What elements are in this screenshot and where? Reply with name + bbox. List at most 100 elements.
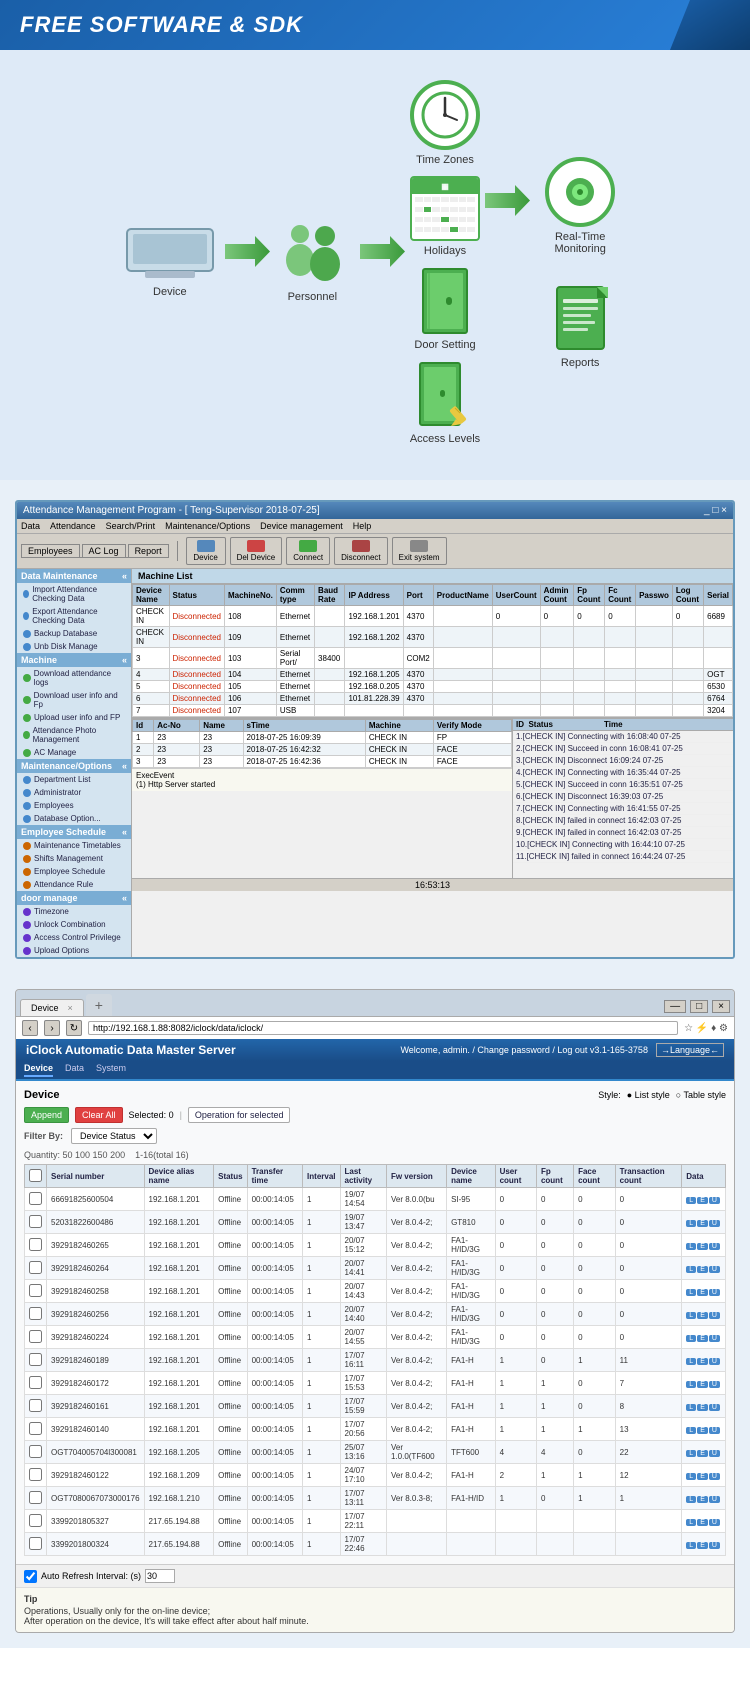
- leu-badge[interactable]: L: [686, 1358, 696, 1365]
- leu-badge[interactable]: U: [709, 1289, 720, 1296]
- row-checkbox[interactable]: [29, 1307, 42, 1320]
- leu-badge[interactable]: E: [697, 1450, 708, 1457]
- browser-back-btn[interactable]: ‹: [22, 1020, 38, 1036]
- leu-badge[interactable]: U: [709, 1358, 720, 1365]
- menu-data[interactable]: Data: [21, 521, 40, 531]
- iclock-table-row[interactable]: 3929182460224192.168.1.201Offline00:00:1…: [25, 1326, 726, 1349]
- leu-badge[interactable]: L: [686, 1450, 696, 1457]
- sidebar-item-timetables[interactable]: Maintenance Timetables: [17, 839, 131, 852]
- iclock-col-face-count[interactable]: Face count: [574, 1165, 616, 1188]
- iclock-nav-system[interactable]: System: [96, 1063, 126, 1077]
- browser-new-tab[interactable]: +: [86, 994, 112, 1016]
- iclock-col-device-name[interactable]: Device name: [447, 1165, 496, 1188]
- iclock-col-fp-count[interactable]: Fp count: [536, 1165, 573, 1188]
- sidebar-item-dept-list[interactable]: Department List: [17, 773, 131, 786]
- browser-close[interactable]: ×: [712, 1000, 730, 1013]
- sidebar-section-employee-schedule[interactable]: Employee Schedule«: [17, 825, 131, 839]
- url-bar[interactable]: http://192.168.1.88:8082/iclock/data/icl…: [88, 1021, 678, 1035]
- iclock-table-row[interactable]: 3929182460264192.168.1.201Offline00:00:1…: [25, 1257, 726, 1280]
- leu-badge[interactable]: E: [697, 1404, 708, 1411]
- iclock-col-user-count[interactable]: User count: [495, 1165, 536, 1188]
- toolbar-connect-btn[interactable]: Connect: [286, 537, 330, 565]
- menu-device-mgmt[interactable]: Device management: [260, 521, 343, 531]
- sidebar-item-emp-schedule[interactable]: Employee Schedule: [17, 865, 131, 878]
- auto-refresh-checkbox[interactable]: [24, 1570, 37, 1583]
- iclock-table-row[interactable]: 3929182460122192.168.1.209Offline00:00:1…: [25, 1464, 726, 1487]
- leu-badge[interactable]: E: [697, 1289, 708, 1296]
- leu-badge[interactable]: E: [697, 1496, 708, 1503]
- toolbar-exit-btn[interactable]: Exit system: [392, 537, 447, 565]
- sidebar-item-unlock-combo[interactable]: Unlock Combination: [17, 918, 131, 931]
- iclock-col-status[interactable]: Status: [214, 1165, 247, 1188]
- leu-badge[interactable]: L: [686, 1266, 696, 1273]
- sidebar-item-photo-mgmt[interactable]: Attendance Photo Management: [17, 724, 131, 746]
- browser-forward-btn[interactable]: ›: [44, 1020, 60, 1036]
- leu-badge[interactable]: E: [697, 1243, 708, 1250]
- leu-badge[interactable]: L: [686, 1473, 696, 1480]
- iclock-table-row[interactable]: 3929182460172192.168.1.201Offline00:00:1…: [25, 1372, 726, 1395]
- browser-tab-device[interactable]: Device ×: [20, 999, 84, 1016]
- leu-badge[interactable]: U: [709, 1220, 720, 1227]
- menu-help[interactable]: Help: [353, 521, 372, 531]
- iclock-table-row[interactable]: 3929182460161192.168.1.201Offline00:00:1…: [25, 1395, 726, 1418]
- row-checkbox[interactable]: [29, 1330, 42, 1343]
- leu-badge[interactable]: L: [686, 1243, 696, 1250]
- operation-btn[interactable]: Operation for selected: [188, 1107, 291, 1123]
- sidebar-item-import-attendance[interactable]: Import Attendance Checking Data: [17, 583, 131, 605]
- tab-ac-log[interactable]: AC Log: [82, 544, 126, 557]
- leu-badge[interactable]: U: [709, 1542, 720, 1549]
- browser-reload-btn[interactable]: ↻: [66, 1020, 82, 1036]
- iclock-col-interval[interactable]: Interval: [303, 1165, 340, 1188]
- iclock-col-transaction[interactable]: Transaction count: [615, 1165, 682, 1188]
- sidebar-item-shifts[interactable]: Shifts Management: [17, 852, 131, 865]
- iclock-table-row[interactable]: 3929182460189192.168.1.201Offline00:00:1…: [25, 1349, 726, 1372]
- leu-badge[interactable]: L: [686, 1220, 696, 1227]
- leu-badge[interactable]: U: [709, 1404, 720, 1411]
- log-table-row[interactable]: 323232018-07-25 16:42:36CHECK INFACE: [133, 756, 512, 768]
- browser-minimize[interactable]: —: [664, 1000, 686, 1013]
- row-checkbox[interactable]: [29, 1399, 42, 1412]
- iclock-col-serial[interactable]: Serial number: [47, 1165, 145, 1188]
- sidebar-item-att-rule[interactable]: Attendance Rule: [17, 878, 131, 891]
- auto-refresh-input[interactable]: [145, 1569, 175, 1583]
- machine-table-row[interactable]: CHECK INDisconnected108Ethernet192.168.1…: [133, 606, 733, 627]
- row-checkbox[interactable]: [29, 1537, 42, 1550]
- language-btn[interactable]: →Language←: [656, 1043, 724, 1057]
- list-style-option[interactable]: ● List style: [627, 1090, 670, 1100]
- leu-badge[interactable]: E: [697, 1266, 708, 1273]
- machine-table-row[interactable]: 3Disconnected103Serial Port/38400COM2: [133, 648, 733, 669]
- leu-badge[interactable]: U: [709, 1266, 720, 1273]
- leu-badge[interactable]: U: [709, 1197, 720, 1204]
- append-btn[interactable]: Append: [24, 1107, 69, 1123]
- leu-badge[interactable]: U: [709, 1473, 720, 1480]
- sidebar-item-backup-db[interactable]: Backup Database: [17, 627, 131, 640]
- leu-badge[interactable]: U: [709, 1312, 720, 1319]
- toolbar-device-btn[interactable]: Device: [186, 537, 226, 565]
- toolbar-del-device-btn[interactable]: Del Device: [230, 537, 283, 565]
- machine-table-row[interactable]: 5Disconnected105Ethernet192.168.0.205437…: [133, 681, 733, 693]
- machine-table-row[interactable]: 6Disconnected106Ethernet101.81.228.39437…: [133, 693, 733, 705]
- iclock-table-row[interactable]: 66691825600504192.168.1.201Offline00:00:…: [25, 1188, 726, 1211]
- iclock-table-row[interactable]: 3399201800324217.65.194.88Offline00:00:1…: [25, 1533, 726, 1556]
- row-checkbox[interactable]: [29, 1215, 42, 1228]
- sidebar-item-timezone[interactable]: Timezone: [17, 905, 131, 918]
- row-checkbox[interactable]: [29, 1284, 42, 1297]
- leu-badge[interactable]: U: [709, 1381, 720, 1388]
- leu-badge[interactable]: L: [686, 1197, 696, 1204]
- iclock-table-row[interactable]: 3399201805327217.65.194.88Offline00:00:1…: [25, 1510, 726, 1533]
- leu-badge[interactable]: E: [697, 1542, 708, 1549]
- row-checkbox[interactable]: [29, 1445, 42, 1458]
- leu-badge[interactable]: U: [709, 1335, 720, 1342]
- sidebar-section-machine[interactable]: Machine«: [17, 653, 131, 667]
- leu-badge[interactable]: L: [686, 1542, 696, 1549]
- row-checkbox[interactable]: [29, 1192, 42, 1205]
- iclock-nav-data[interactable]: Data: [65, 1063, 84, 1077]
- leu-badge[interactable]: E: [697, 1381, 708, 1388]
- leu-badge[interactable]: L: [686, 1519, 696, 1526]
- row-checkbox[interactable]: [29, 1514, 42, 1527]
- machine-table-row[interactable]: 4Disconnected104Ethernet192.168.1.205437…: [133, 669, 733, 681]
- iclock-col-alias[interactable]: Device alias name: [144, 1165, 214, 1188]
- machine-table-row[interactable]: CHECK INDisconnected109Ethernet192.168.1…: [133, 627, 733, 648]
- sidebar-item-db-option[interactable]: Database Option...: [17, 812, 131, 825]
- leu-badge[interactable]: L: [686, 1312, 696, 1319]
